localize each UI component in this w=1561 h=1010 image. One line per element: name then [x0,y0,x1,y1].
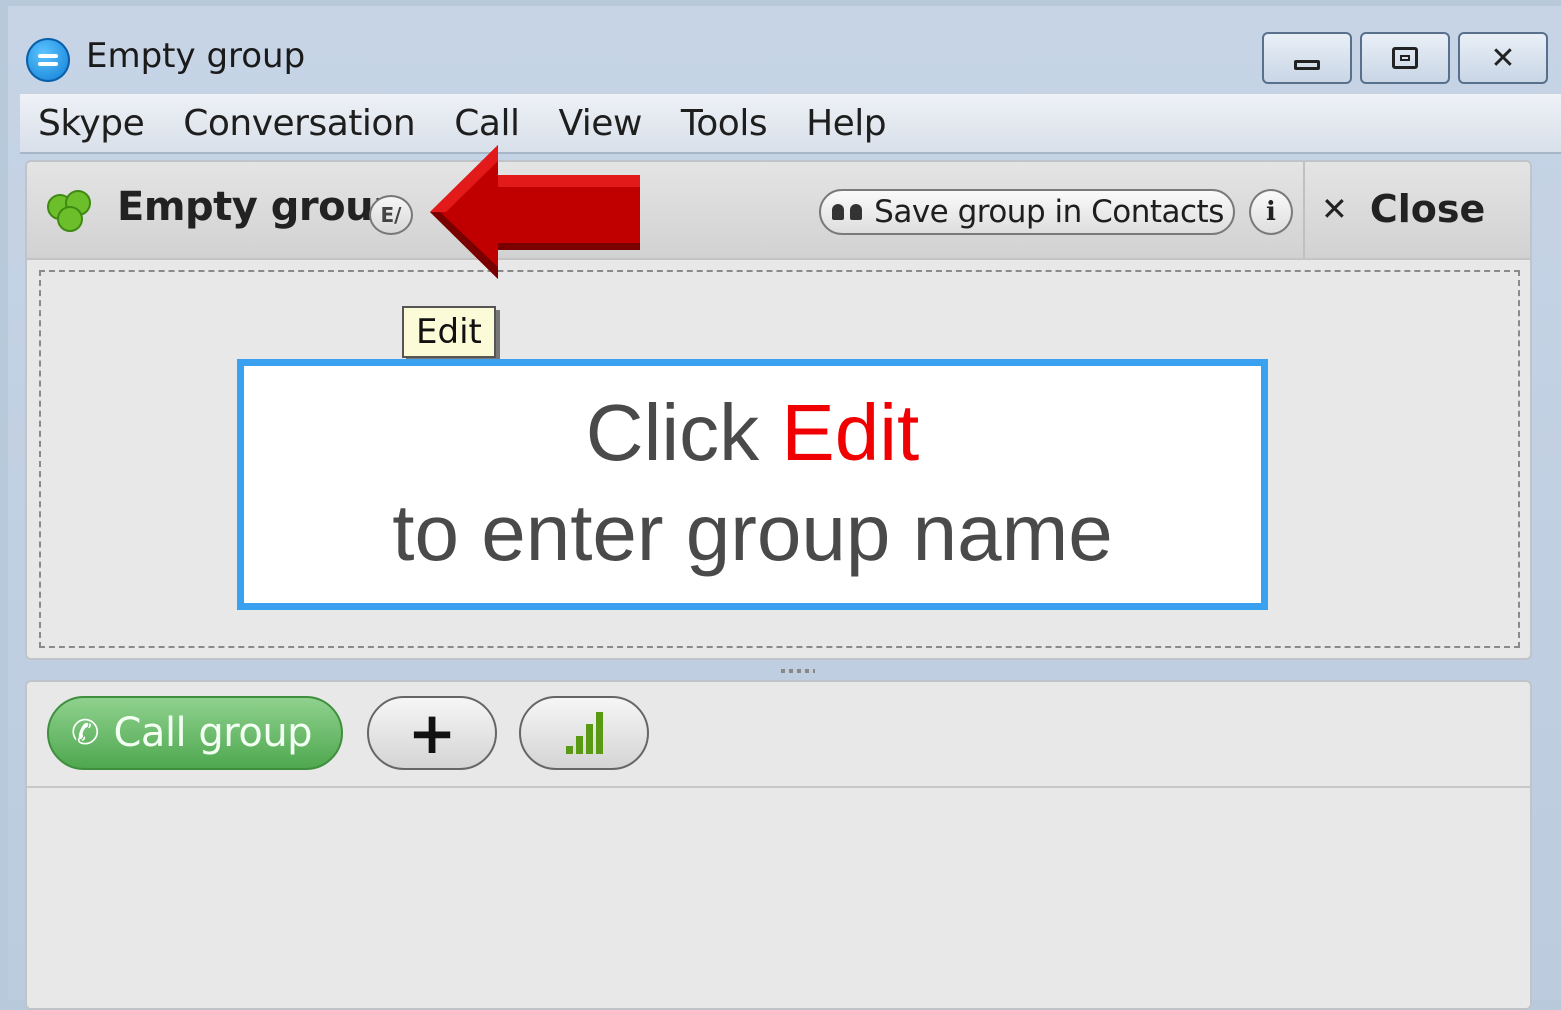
save-group-label: Save group in Contacts [874,194,1224,230]
minimize-icon [1294,60,1320,70]
save-group-in-contacts-button[interactable]: Save group in Contacts [819,189,1235,235]
maximize-button[interactable] [1360,32,1450,84]
callout-line-2: to enter group name [392,488,1113,577]
window-title: Empty group [86,36,306,76]
conversation-header: Empty group E/ Save group in Contacts i … [27,162,1530,260]
callout-highlight: Edit [781,388,920,477]
title-bar: Empty group ✕ [8,6,1561,96]
call-group-button[interactable]: ✆ Call group [47,696,343,770]
close-icon: ✕ [1490,40,1516,76]
group-name: Empty group [117,184,402,230]
pane-splitter[interactable] [781,669,815,673]
header-divider [1303,162,1305,258]
minimize-button[interactable] [1262,32,1352,84]
menu-skype[interactable]: Skype [20,103,163,144]
call-group-label: Call group [113,710,313,756]
message-panel: ✆ Call group + [25,680,1532,1010]
pointer-arrow-icon [430,145,640,279]
close-label: Close [1369,187,1486,231]
menu-view[interactable]: View [538,103,660,144]
people-icon [830,202,866,222]
menu-conversation[interactable]: Conversation [163,103,434,144]
callout-line-1: Click Edit [585,388,920,477]
skype-logo-icon [26,38,70,82]
menu-help[interactable]: Help [786,103,905,144]
call-quality-button[interactable] [519,696,649,770]
close-window-button[interactable]: ✕ [1458,32,1548,84]
restore-icon [1392,47,1418,69]
close-x-icon: ✕ [1321,190,1348,228]
edit-group-name-button[interactable]: E/ [369,195,413,235]
plus-icon: + [407,699,457,767]
phone-icon: ✆ [71,713,100,753]
info-button[interactable]: i [1249,189,1293,235]
group-icon [47,190,91,232]
menu-tools[interactable]: Tools [661,103,786,144]
close-conversation-button[interactable]: ✕ Close [1321,184,1485,234]
menu-bar: Skype Conversation Call View Tools Help [20,94,1561,154]
signal-bars-icon [565,712,603,754]
instruction-callout: Click Edit to enter group name [237,359,1268,610]
menu-call[interactable]: Call [434,103,538,144]
add-participant-button[interactable]: + [367,696,497,770]
edit-tooltip: Edit [402,306,496,358]
call-toolbar: ✆ Call group + [27,682,1530,788]
